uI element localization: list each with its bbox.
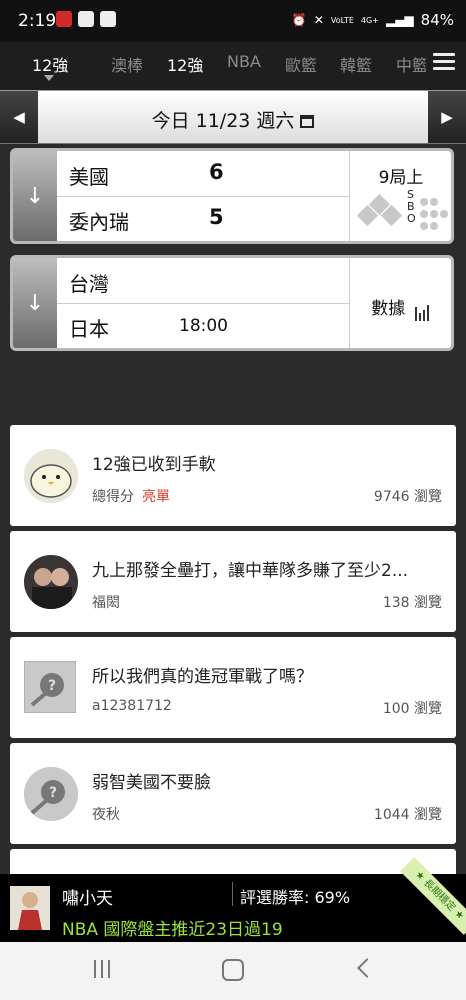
calendar-icon [300, 115, 315, 128]
tab-nba[interactable]: NBA [227, 52, 261, 71]
match-card[interactable]: ↓ 美國 6 委內瑞 5 9局上 S B O [10, 148, 454, 244]
win-rate: 評選勝率: 69% [240, 888, 351, 907]
match-team-row: 日本 18:00 [57, 303, 349, 348]
chick-avatar-icon [24, 449, 78, 503]
hamburger-menu-icon[interactable] [433, 53, 455, 71]
post-title: 12強已收到手軟 [92, 455, 216, 475]
author-name: 夜秋 [92, 807, 120, 823]
system-nav-bar [0, 942, 466, 1000]
network-icon: 4G+ [360, 15, 379, 25]
post-title: 所以我們真的進冠軍戰了嗎？ [92, 667, 313, 687]
user-photo-avatar [24, 555, 78, 609]
forum-post[interactable]: ? 所以我們真的進冠軍戰了嗎？ a12381712 100 瀏覽 [10, 637, 456, 738]
match-team-row: 台灣 [57, 258, 349, 304]
view-count: 138 瀏覽 [382, 595, 442, 611]
date-label-text: 今日 11/23 週六 [151, 110, 295, 132]
match-card[interactable]: ↓ 台灣 日本 18:00 數據 [10, 255, 454, 351]
forum-post[interactable]: ? 弱智美國不要臉 夜秋 1044 瀏覽 [10, 743, 456, 844]
home-icon[interactable] [222, 959, 244, 981]
tipster-avatar [10, 886, 50, 930]
match-team-row: 美國 6 [57, 151, 349, 197]
volte-icon: VoLTE [330, 15, 354, 25]
base-diamond-icon [356, 193, 403, 227]
svg-text:?: ? [48, 678, 56, 694]
current-date[interactable]: 今日 11/23 週六 [0, 106, 466, 133]
battery-level: 84% [420, 11, 454, 29]
post-title: 弱智美國不要臉 [92, 773, 211, 793]
stats-button[interactable]: 數據 [349, 258, 451, 348]
sbo-letter: O [407, 212, 416, 225]
expand-arrow-icon[interactable]: ↓ [13, 151, 57, 241]
view-count: 100 瀏覽 [382, 701, 442, 717]
svg-text:?: ? [49, 785, 57, 801]
tab-australian-baseball[interactable]: 澳棒 [111, 52, 143, 76]
view-count: 9746 瀏覽 [373, 489, 442, 505]
active-tab-indicator [44, 75, 54, 81]
tab-chinese-basketball[interactable]: 中籃 [396, 52, 426, 76]
tab-12strong-primary[interactable]: 12強 [32, 52, 68, 76]
bar-chart-icon [414, 301, 431, 321]
tab-korean-basketball[interactable]: 韓籃 [340, 52, 372, 76]
forum-post[interactable]: 九上那發全壘打，讓中華隊多賺了至少2... 福閎 138 瀏覽 [10, 531, 456, 632]
next-day-button[interactable]: ▶ [428, 91, 466, 143]
team-score: 5 [209, 205, 224, 229]
status-right: ⏰ ✕ VoLTE 4G+ ▂▄▆ 84% [292, 11, 454, 29]
notification-icons [56, 11, 116, 27]
promo-text: NBA 國際盤主推近23日過19 [62, 920, 283, 940]
status-bar: 2:19 ⏰ ✕ VoLTE 4G+ ▂▄▆ 84% [0, 0, 466, 42]
view-count: 1044 瀏覽 [373, 807, 442, 823]
back-icon[interactable] [357, 958, 377, 978]
gallery-icon [78, 11, 94, 27]
team-name: 美國 [69, 165, 109, 189]
team-name: 委內瑞 [69, 210, 129, 234]
author-name: 福閎 [92, 595, 120, 611]
divider [232, 882, 233, 906]
stats-label: 數據 [371, 299, 406, 319]
default-avatar-icon: ? [24, 661, 76, 713]
checkbox-icon [100, 11, 116, 27]
tab-12strong[interactable]: 12強 [167, 52, 203, 76]
post-title: 九上那發全壘打，讓中華隊多賺了至少2... [92, 561, 409, 581]
match-status-panel[interactable]: 9局上 S B O [349, 151, 451, 241]
right-arrow-icon: ▶ [441, 108, 453, 126]
team-score: 6 [209, 160, 224, 184]
date-selector: ◀ 今日 11/23 週六 ▶ [0, 90, 466, 144]
expand-arrow-icon[interactable]: ↓ [13, 258, 57, 348]
team-name: 日本 [69, 317, 109, 341]
match-team-row: 委內瑞 5 [57, 196, 349, 241]
tipster-banner[interactable]: 嘯小天 評選勝率: 69% NBA 國際盤主推近23日過19 ★ 長期穩定 ★ [0, 857, 466, 942]
post-tag: 亮單 [142, 489, 170, 505]
league-tabs: 12強 澳棒 12強 NBA 歐籃 韓籃 中籃 [0, 42, 466, 90]
mute-icon: ✕ [313, 13, 324, 27]
sbo-count-dots [420, 191, 450, 230]
tab-euro-basketball[interactable]: 歐籃 [285, 52, 317, 76]
author-name: a12381712 [92, 698, 172, 714]
uniqlo-app-icon [56, 11, 72, 27]
match-start-time: 18:00 [179, 316, 228, 336]
author-name: 總得分 [92, 489, 134, 505]
inning-status: 9局上 [378, 168, 424, 188]
forum-post[interactable]: 12強已收到手軟 總得分 亮單 9746 瀏覽 [10, 425, 456, 526]
post-author: 總得分 亮單 [92, 486, 170, 506]
sbo-labels: S B O [407, 189, 416, 225]
signal-icon: ▂▄▆ [385, 13, 414, 27]
default-avatar-icon: ? [24, 767, 78, 821]
recent-apps-icon[interactable] [92, 960, 112, 978]
team-name: 台灣 [69, 272, 109, 296]
tipster-name: 嘯小天 [62, 889, 113, 909]
alarm-icon: ⏰ [291, 13, 307, 27]
status-time: 2:19 [18, 11, 57, 31]
